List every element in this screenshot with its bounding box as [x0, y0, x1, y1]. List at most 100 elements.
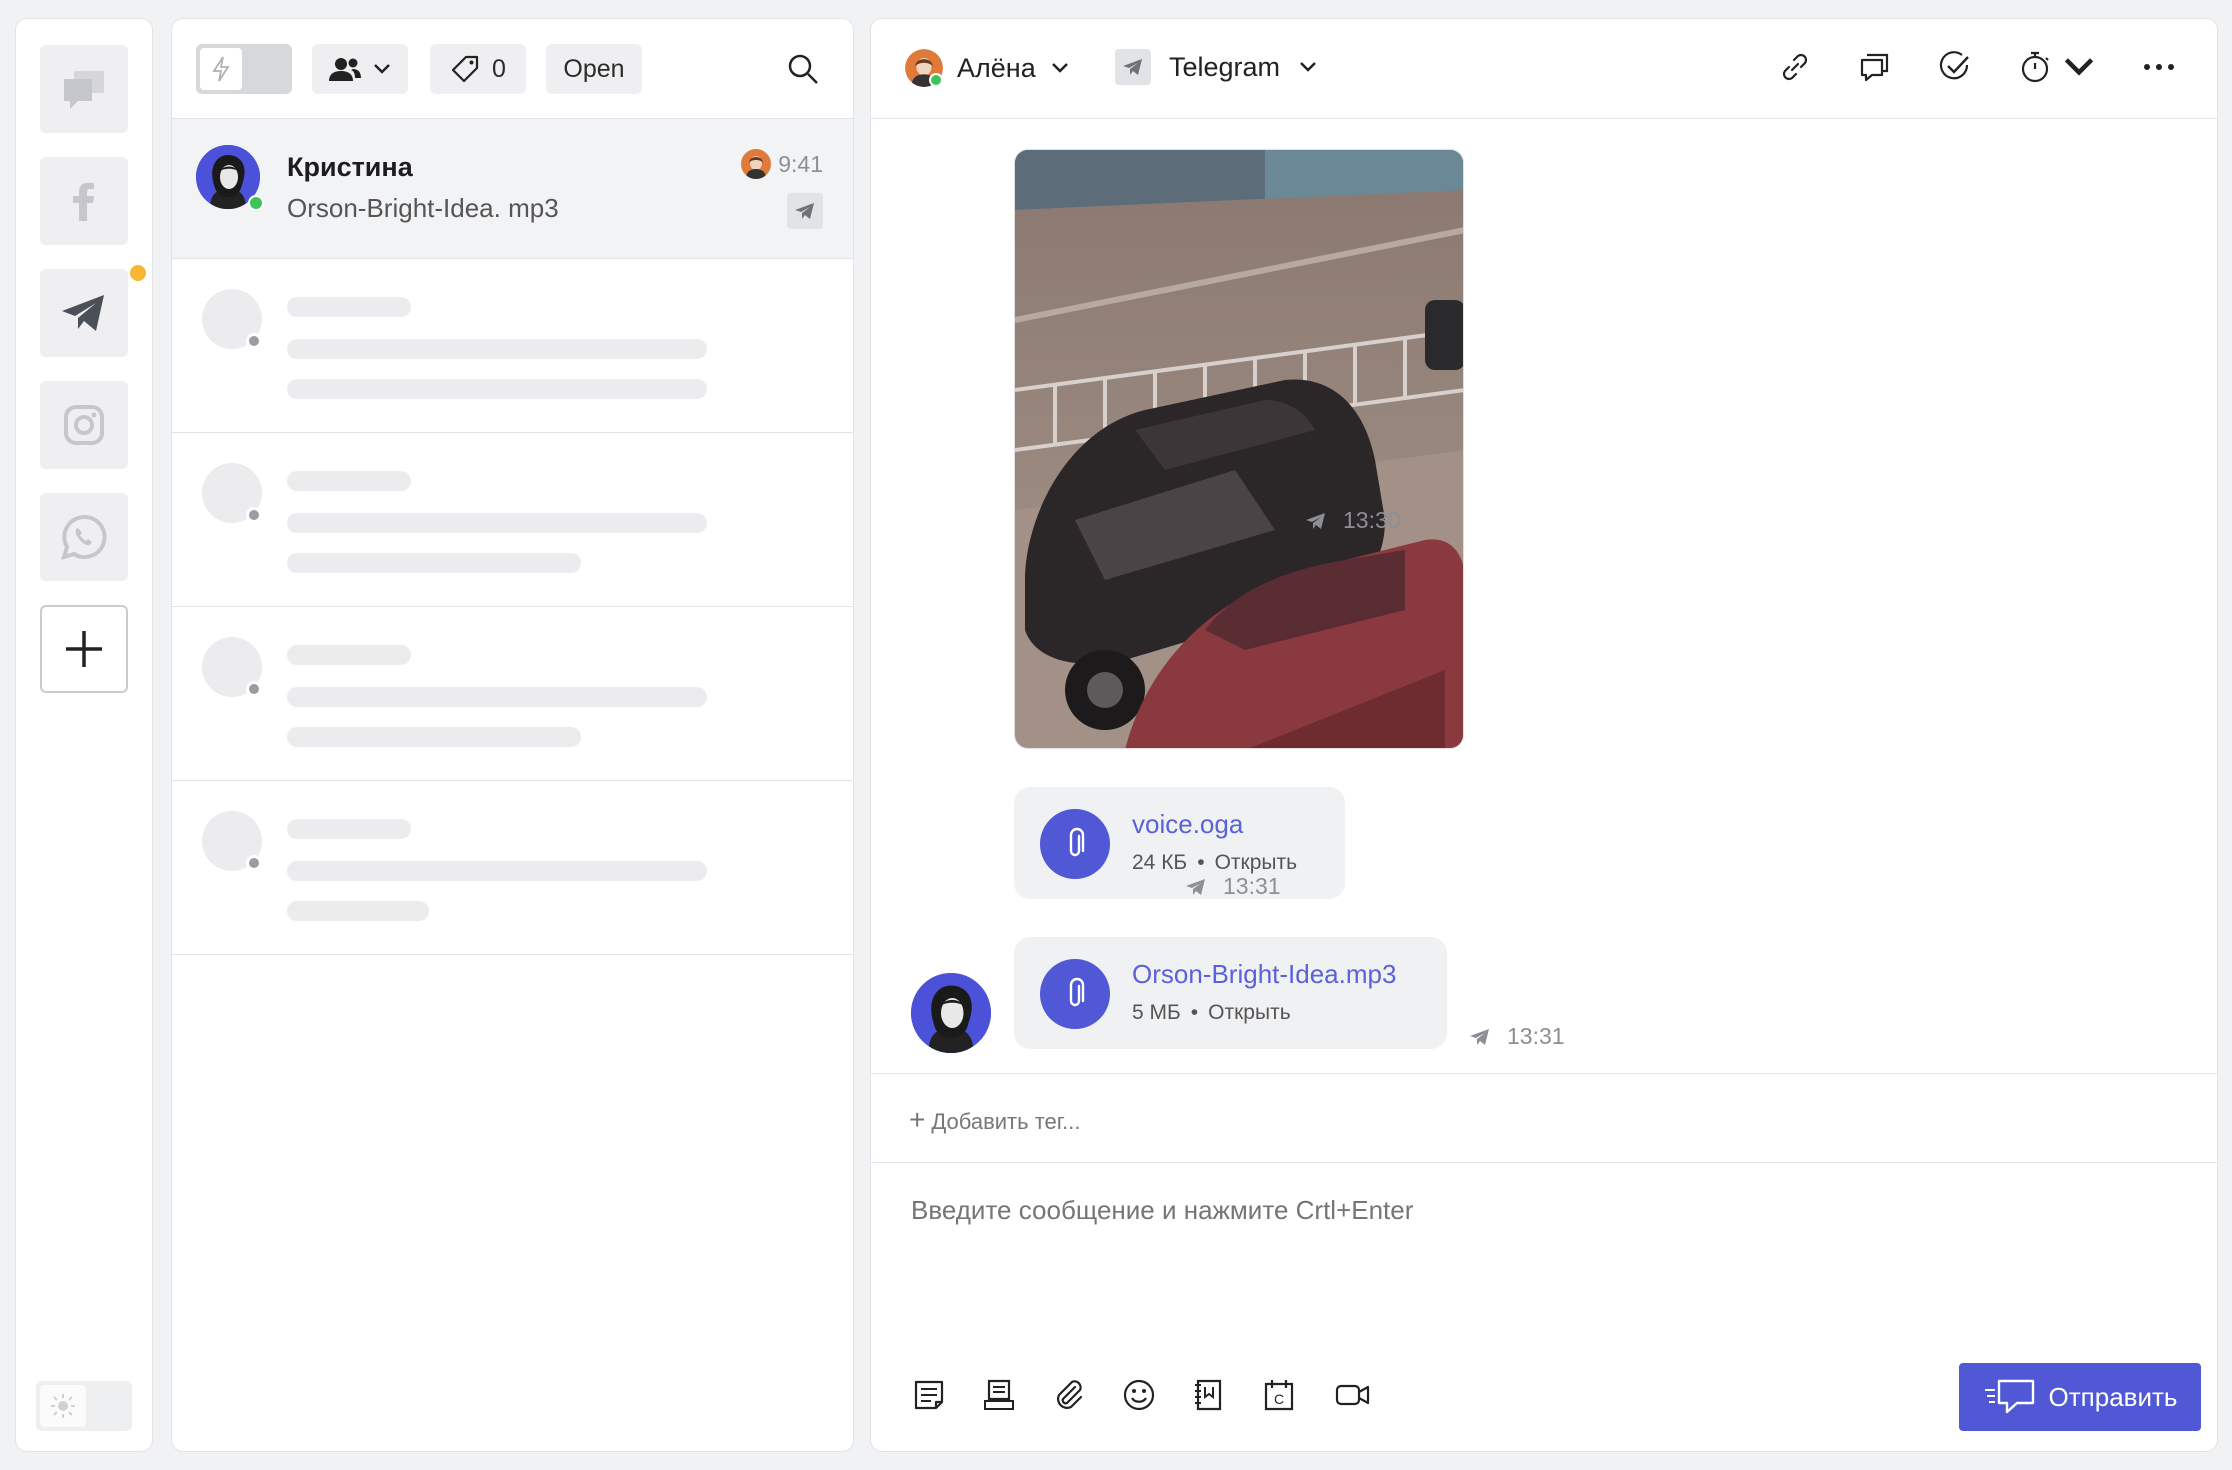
message-meta: 13:31	[1467, 1023, 1565, 1050]
telegram-icon	[795, 203, 814, 219]
list-toolbar: 0 Open	[172, 19, 853, 119]
file-name-link[interactable]: Orson-Bright-Idea.mp3	[1132, 959, 1396, 990]
conversation-list-panel: 0 Open Кристина Orson-Bright-Idea. mp3 9…	[171, 18, 854, 1452]
rail-telegram-button[interactable]	[40, 263, 148, 357]
channel-badge	[1115, 49, 1151, 85]
send-message-icon	[1984, 1379, 2034, 1414]
message-time: 13:30	[1343, 507, 1401, 533]
link-icon[interactable]	[1777, 49, 1813, 85]
skeleton-conversation	[172, 781, 853, 955]
tag-bar: + Добавить тег...	[871, 1073, 2217, 1163]
skeleton-conversation	[172, 433, 853, 607]
message-meta: 13:30	[1303, 507, 1401, 534]
tag-count: 0	[492, 54, 506, 83]
notification-badge	[128, 263, 148, 283]
telegram-icon	[1186, 878, 1205, 895]
auto-assign-toggle[interactable]	[196, 44, 292, 94]
rail-instagram-button[interactable]	[40, 381, 128, 469]
comments-icon[interactable]	[1857, 49, 1893, 85]
chevron-down-icon	[1051, 63, 1068, 73]
whatsapp-icon	[61, 514, 107, 560]
paperclip-icon	[1069, 827, 1085, 857]
conversation-time: 9:41	[778, 151, 823, 177]
status-filter-label: Open	[563, 54, 625, 83]
conversation-item-active[interactable]: Кристина Orson-Bright-Idea. mp3 9:41	[172, 119, 853, 259]
telegram-icon	[1123, 59, 1142, 75]
lightning-icon	[212, 56, 230, 82]
file-message[interactable]: voice.oga 24 КБ • Открыть	[1014, 787, 1345, 899]
knowledge-base-icon[interactable]	[1191, 1377, 1227, 1413]
users-icon	[329, 58, 361, 81]
telegram-icon	[62, 295, 104, 331]
rail-facebook-button[interactable]	[40, 157, 128, 245]
send-button[interactable]: Отправить	[1959, 1363, 2201, 1431]
telegram-icon	[1470, 1028, 1489, 1045]
skeleton-conversation	[172, 607, 853, 781]
theme-toggle[interactable]	[36, 1381, 132, 1431]
paperclip-icon	[1069, 977, 1085, 1007]
sun-icon	[51, 1394, 75, 1418]
templates-icon[interactable]	[981, 1377, 1017, 1413]
operator-avatar	[905, 49, 943, 87]
file-size: 24 КБ	[1132, 851, 1188, 874]
operator-selector[interactable]: Алёна	[905, 49, 1070, 87]
video-call-icon[interactable]	[1331, 1377, 1375, 1413]
more-icon[interactable]	[2141, 49, 2177, 85]
add-tag-label: Добавить тег...	[931, 1109, 1081, 1134]
online-status-dot	[929, 73, 943, 87]
calendar-icon[interactable]: C	[1261, 1377, 1297, 1413]
svg-text:C: C	[1274, 1391, 1284, 1407]
channel-badge	[787, 193, 823, 229]
instagram-icon	[64, 405, 104, 445]
skeleton-conversation	[172, 259, 853, 433]
message-meta: 13:31	[1183, 873, 1281, 900]
message-time: 13:31	[1507, 1023, 1565, 1049]
online-status-dot	[248, 195, 264, 211]
add-channel-button[interactable]	[40, 605, 128, 693]
telegram-icon	[1306, 512, 1325, 529]
rail-chats-button[interactable]	[40, 45, 128, 133]
conversation-name: Кристина	[287, 152, 413, 182]
channel-selector[interactable]: Telegram	[1115, 49, 1318, 85]
channel-rail	[15, 18, 153, 1452]
file-name-link[interactable]: voice.oga	[1132, 809, 1243, 840]
open-file-link[interactable]: Открыть	[1215, 851, 1297, 874]
file-size: 5 МБ	[1132, 1001, 1181, 1024]
image-message[interactable]	[1014, 149, 1464, 749]
paperclip-icon[interactable]	[1051, 1377, 1087, 1413]
plus-icon	[66, 631, 102, 667]
add-tag-button[interactable]: + Добавить тег...	[909, 1104, 1080, 1136]
attachment-button[interactable]	[1040, 959, 1110, 1029]
conversation-preview: Orson-Bright-Idea. mp3	[287, 193, 559, 223]
tag-filter-button[interactable]: 0	[430, 44, 526, 94]
facebook-icon	[73, 182, 94, 221]
check-circle-icon[interactable]	[1937, 49, 1973, 85]
chevron-down-icon	[374, 64, 390, 74]
chevron-down-icon	[2064, 58, 2094, 76]
assignee-filter-dropdown[interactable]	[312, 44, 408, 94]
file-details: 24 КБ • Открыть	[1132, 851, 1298, 874]
file-details: 5 МБ • Открыть	[1132, 1001, 1291, 1024]
avatar	[911, 973, 991, 1053]
operator-avatar	[741, 149, 771, 179]
chat-bubbles-icon	[64, 71, 104, 109]
note-icon[interactable]	[911, 1377, 947, 1413]
chat-header: Алёна Telegram	[871, 19, 2217, 119]
file-message[interactable]: Orson-Bright-Idea.mp3 5 МБ • Открыть	[1014, 937, 1447, 1049]
attachment-button[interactable]	[1040, 809, 1110, 879]
message-input[interactable]	[911, 1195, 1911, 1226]
status-filter-button[interactable]: Open	[546, 44, 642, 94]
tag-icon	[451, 55, 479, 83]
message-time: 13:31	[1223, 873, 1281, 899]
stopwatch-icon	[2021, 51, 2049, 83]
rail-whatsapp-button[interactable]	[40, 493, 128, 581]
open-file-link[interactable]: Открыть	[1208, 1001, 1290, 1024]
operator-name: Алёна	[957, 52, 1036, 83]
composer-toolbar: C	[911, 1377, 1375, 1413]
send-button-label: Отправить	[2048, 1381, 2178, 1412]
timer-dropdown[interactable]	[2017, 49, 2097, 85]
chat-panel: Алёна Telegram 13:30 voice.oga 24 КБ • О…	[870, 18, 2218, 1452]
search-icon[interactable]	[783, 49, 823, 89]
emoji-icon[interactable]	[1121, 1377, 1157, 1413]
channel-name: Telegram	[1169, 51, 1281, 82]
